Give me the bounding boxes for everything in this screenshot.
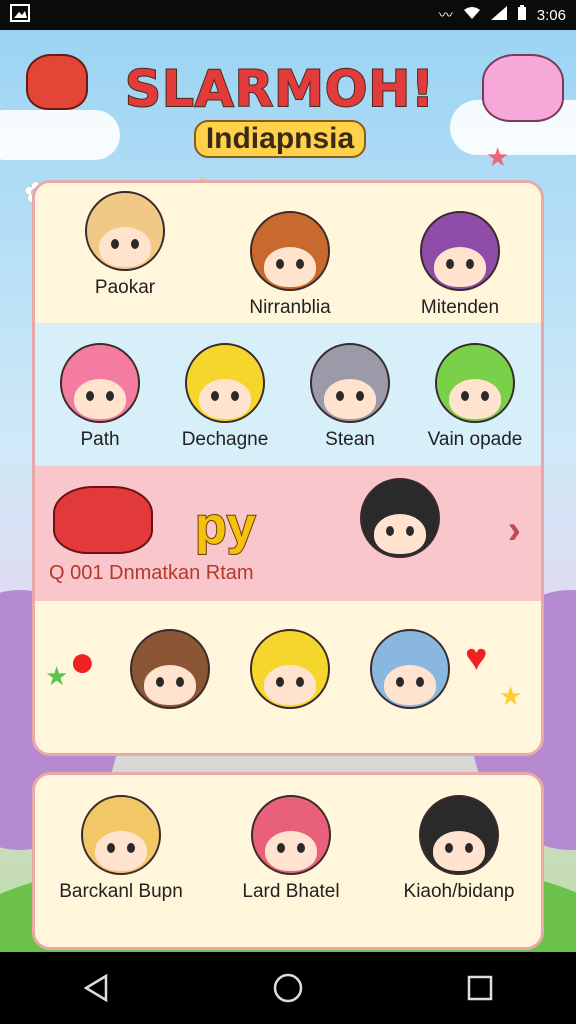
character-name: Kiaoh/bidanp xyxy=(403,881,515,902)
character-card[interactable]: Barckanl Bupn xyxy=(41,795,201,903)
battery-icon xyxy=(517,5,527,25)
character-card[interactable] xyxy=(235,629,345,709)
character-avatar xyxy=(250,211,330,291)
character-card[interactable]: Stean xyxy=(290,343,410,451)
character-name: Mitenden xyxy=(420,297,500,318)
character-card[interactable]: Dechagne xyxy=(160,343,290,451)
star-icon: ★ xyxy=(499,681,523,711)
red-mascot-icon xyxy=(26,54,88,110)
logo-subtitle: Indiapnsia xyxy=(193,120,367,158)
character-avatar xyxy=(310,343,390,423)
promo-character xyxy=(350,478,450,558)
balloon-icon: ● xyxy=(69,637,96,686)
back-icon[interactable] xyxy=(66,958,126,1018)
character-avatar xyxy=(130,629,210,709)
character-avatar xyxy=(81,795,161,875)
character-avatar xyxy=(360,478,440,558)
character-name: Nirranblia xyxy=(249,297,331,318)
character-card[interactable] xyxy=(115,629,225,709)
featured-panel: Barckanl Bupn Lard Bhatel Kiaoh/bidanp xyxy=(32,772,544,950)
status-time: 3:06 xyxy=(536,6,566,24)
character-name: Lard Bhatel xyxy=(242,881,340,902)
character-card[interactable]: Path xyxy=(45,343,155,451)
navigation-bar xyxy=(0,952,576,1024)
pink-mascot-icon xyxy=(482,54,564,122)
character-card[interactable]: Nirranblia xyxy=(205,211,375,319)
game-logo: SLARMOH! Indiapnsia xyxy=(120,59,440,158)
character-name: Paokar xyxy=(94,277,156,298)
character-avatar xyxy=(435,343,515,423)
gallery-icon xyxy=(10,4,30,26)
character-avatar xyxy=(85,191,165,271)
character-card[interactable]: Mitenden xyxy=(375,211,541,319)
promo-badge: py xyxy=(194,496,257,556)
character-name: Barckanl Bupn xyxy=(59,881,183,902)
home-icon[interactable] xyxy=(258,958,318,1018)
character-name: Stean xyxy=(325,429,375,450)
character-avatar xyxy=(370,629,450,709)
character-card[interactable]: Lard Bhatel xyxy=(211,795,371,903)
recents-icon[interactable] xyxy=(450,958,510,1018)
character-card[interactable] xyxy=(355,629,465,709)
character-card[interactable]: Kiaoh/bidanp xyxy=(379,795,539,903)
character-board: Paokar Nirranblia Mitenden Path Dechagne xyxy=(32,180,544,756)
character-avatar xyxy=(185,343,265,423)
character-name: Vain opade xyxy=(427,429,523,450)
red-monster-icon xyxy=(53,486,153,554)
promo-row[interactable]: py Q 001 Dnmatkan Rtam › xyxy=(35,466,541,601)
character-row-1: Paokar Nirranblia Mitenden xyxy=(35,183,541,323)
character-row-2: Path Dechagne Stean Vain opade xyxy=(35,323,541,466)
chevron-right-icon[interactable]: › xyxy=(508,508,521,553)
game-scene: SLARMOH! Indiapnsia ★ ★ ✿ ✿ Paokar Nirra… xyxy=(0,30,576,952)
wifi-icon xyxy=(463,6,481,24)
logo-title: SLARMOH! xyxy=(124,59,435,119)
vibrate-icon: 〰 xyxy=(438,7,453,23)
character-avatar xyxy=(420,211,500,291)
character-avatar xyxy=(251,795,331,875)
character-avatar xyxy=(419,795,499,875)
character-row-4: ● ★ ♥ ★ xyxy=(35,601,541,753)
character-name: Path xyxy=(80,429,120,450)
signal-icon xyxy=(490,6,507,24)
character-avatar xyxy=(60,343,140,423)
heart-icon: ♥ xyxy=(465,637,488,679)
promo-caption: Q 001 Dnmatkan Rtam xyxy=(49,562,254,584)
character-avatar xyxy=(250,629,330,709)
star-icon: ★ xyxy=(45,661,69,691)
character-card[interactable]: Paokar xyxy=(45,191,205,299)
status-bar: 〰 3:06 xyxy=(0,0,576,30)
cloud xyxy=(0,110,120,160)
character-card[interactable]: Vain opade xyxy=(410,343,540,451)
star-icon: ★ xyxy=(486,142,510,172)
character-name: Dechagne xyxy=(181,429,269,450)
